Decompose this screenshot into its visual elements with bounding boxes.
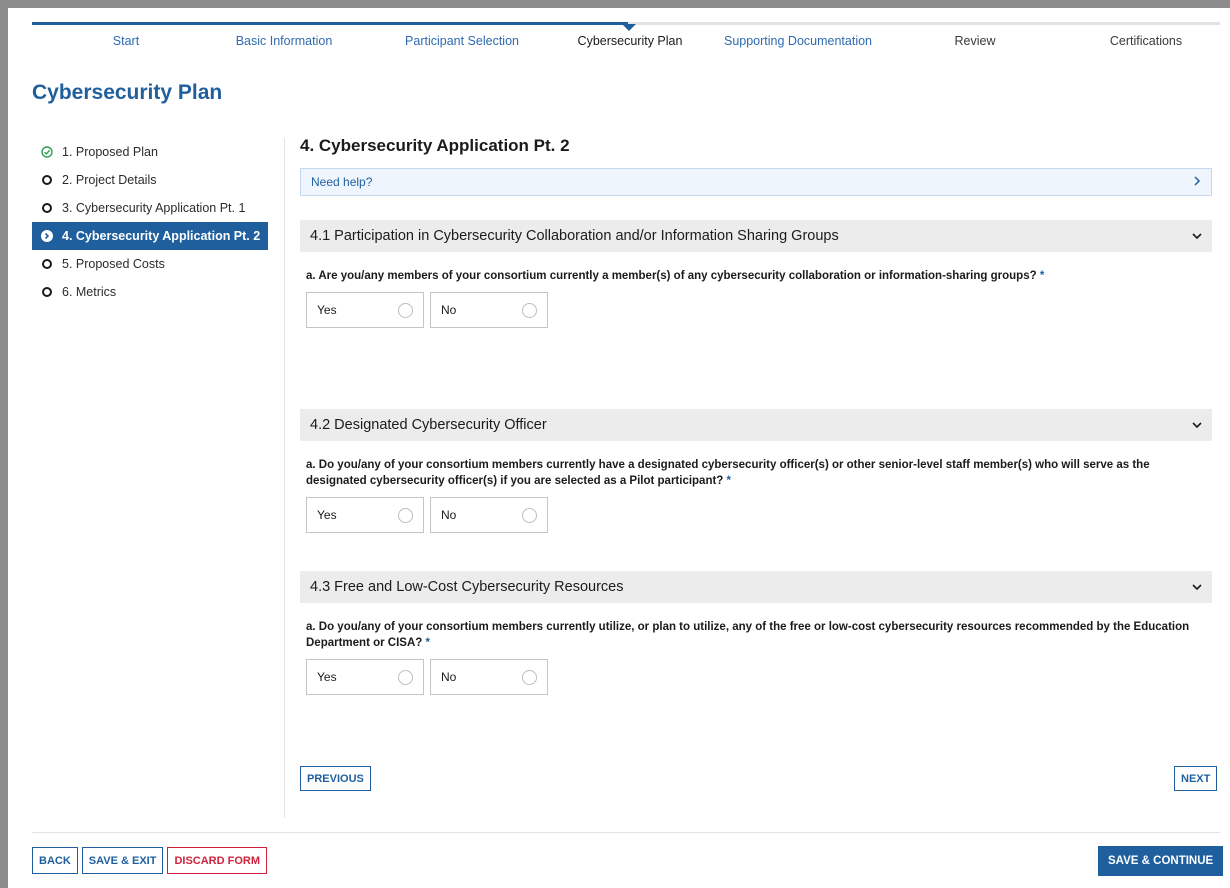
radio-circle-icon bbox=[398, 507, 413, 523]
circle-outline-icon bbox=[40, 257, 54, 271]
radio-circle-icon bbox=[522, 507, 537, 523]
radio-label: No bbox=[441, 303, 457, 317]
sidebar-item-label: 4. Cybersecurity Application Pt. 2 bbox=[62, 229, 261, 243]
chevron-right-icon bbox=[1193, 175, 1201, 189]
radio-group: Yes No bbox=[300, 292, 1212, 328]
radio-label: Yes bbox=[317, 508, 337, 522]
radio-no[interactable]: No bbox=[430, 497, 548, 533]
sidebar-divider bbox=[284, 138, 285, 818]
accordion-title: 4.1 Participation in Cybersecurity Colla… bbox=[310, 228, 839, 244]
step-certifications: Certifications bbox=[1109, 34, 1183, 48]
radio-label: No bbox=[441, 508, 457, 522]
step-supporting-documentation[interactable]: Supporting Documentation bbox=[724, 34, 872, 48]
sidebar-item-metrics[interactable]: 6. Metrics bbox=[32, 278, 268, 306]
radio-yes[interactable]: Yes bbox=[306, 497, 424, 533]
radio-group: Yes No bbox=[300, 659, 1212, 695]
step-cybersecurity-plan[interactable]: Cybersecurity Plan bbox=[578, 34, 683, 48]
accordion-section-4-3: 4.3 Free and Low-Cost Cybersecurity Reso… bbox=[300, 571, 1212, 695]
footer-actions-left: BACK SAVE & EXIT DISCARD FORM bbox=[32, 847, 267, 874]
radio-yes[interactable]: Yes bbox=[306, 659, 424, 695]
sidebar-item-label: 5. Proposed Costs bbox=[62, 257, 165, 271]
required-mark: * bbox=[726, 475, 732, 487]
discard-form-button[interactable]: DISCARD FORM bbox=[167, 847, 267, 874]
radio-circle-icon bbox=[398, 302, 413, 318]
question-text: a. Do you/any of your consortium members… bbox=[300, 457, 1212, 489]
radio-no[interactable]: No bbox=[430, 292, 548, 328]
accordion-header[interactable]: 4.1 Participation in Cybersecurity Colla… bbox=[300, 220, 1212, 252]
question-text: a. Do you/any of your consortium members… bbox=[300, 619, 1212, 651]
accordion-header[interactable]: 4.2 Designated Cybersecurity Officer bbox=[300, 409, 1212, 441]
chevron-down-icon bbox=[1192, 228, 1202, 244]
accordion-header[interactable]: 4.3 Free and Low-Cost Cybersecurity Reso… bbox=[300, 571, 1212, 603]
step-review: Review bbox=[954, 34, 996, 48]
previous-button[interactable]: PREVIOUS bbox=[300, 766, 371, 791]
question-text: a. Are you/any members of your consortiu… bbox=[300, 268, 1212, 284]
next-button[interactable]: NEXT bbox=[1174, 766, 1218, 791]
radio-label: Yes bbox=[317, 670, 337, 684]
sidebar-item-label: 1. Proposed Plan bbox=[62, 145, 158, 159]
need-help-bar[interactable]: Need help? bbox=[300, 168, 1212, 196]
step-start[interactable]: Start bbox=[113, 34, 139, 48]
footer-divider bbox=[32, 832, 1220, 833]
circle-outline-icon bbox=[40, 285, 54, 299]
chevron-down-icon bbox=[1192, 579, 1202, 595]
sidebar-item-cybersecurity-application-pt2[interactable]: 4. Cybersecurity Application Pt. 2 bbox=[32, 222, 268, 250]
question-label: a. Are you/any members of your consortiu… bbox=[306, 270, 1037, 282]
save-continue-button[interactable]: SAVE & CONTINUE bbox=[1098, 846, 1224, 876]
section-title: 4. Cybersecurity Application Pt. 2 bbox=[300, 136, 570, 155]
sidebar-item-cybersecurity-application-pt1[interactable]: 3. Cybersecurity Application Pt. 1 bbox=[32, 194, 268, 222]
sidebar-item-proposed-plan[interactable]: 1. Proposed Plan bbox=[32, 138, 268, 166]
required-mark: * bbox=[425, 637, 430, 649]
main-content: 4. Cybersecurity Application Pt. 2 Need … bbox=[300, 132, 1212, 695]
circle-outline-icon bbox=[40, 173, 54, 187]
circle-outline-icon bbox=[40, 201, 54, 215]
stepper-progress-fill bbox=[32, 22, 628, 25]
page-title: Cybersecurity Plan bbox=[32, 81, 223, 104]
accordion-section-4-2: 4.2 Designated Cybersecurity Officer a. … bbox=[300, 409, 1212, 533]
radio-group: Yes No bbox=[300, 497, 1212, 533]
save-exit-button[interactable]: SAVE & EXIT bbox=[81, 847, 164, 874]
sidebar-item-label: 2. Project Details bbox=[62, 173, 157, 187]
arrow-circle-icon bbox=[40, 229, 54, 243]
sidebar-item-label: 3. Cybersecurity Application Pt. 1 bbox=[62, 201, 246, 215]
required-mark: * bbox=[1039, 270, 1045, 282]
sidebar-item-project-details[interactable]: 2. Project Details bbox=[32, 166, 268, 194]
check-circle-icon bbox=[40, 145, 54, 159]
application-frame: Start Basic Information Participant Sele… bbox=[8, 8, 1230, 888]
radio-no[interactable]: No bbox=[430, 659, 548, 695]
sidebar-item-proposed-costs[interactable]: 5. Proposed Costs bbox=[32, 250, 268, 278]
radio-label: No bbox=[441, 670, 457, 684]
question-label: a. Do you/any of your consortium members… bbox=[306, 621, 1190, 649]
radio-circle-icon bbox=[522, 302, 537, 318]
radio-yes[interactable]: Yes bbox=[306, 292, 424, 328]
sidebar-nav: 1. Proposed Plan 2. Project Details 3. C… bbox=[32, 138, 268, 306]
step-basic-information[interactable]: Basic Information bbox=[236, 34, 333, 48]
accordion-title: 4.3 Free and Low-Cost Cybersecurity Reso… bbox=[310, 579, 624, 595]
progress-stepper: Start Basic Information Participant Sele… bbox=[32, 22, 1220, 62]
current-step-caret-icon bbox=[622, 24, 636, 31]
chevron-down-icon bbox=[1192, 417, 1202, 433]
accordion-section-4-1: 4.1 Participation in Cybersecurity Colla… bbox=[300, 220, 1212, 328]
back-button[interactable]: BACK bbox=[32, 847, 78, 874]
sidebar-item-label: 6. Metrics bbox=[62, 285, 117, 299]
radio-circle-icon bbox=[522, 669, 537, 685]
radio-circle-icon bbox=[398, 669, 413, 685]
radio-label: Yes bbox=[317, 303, 337, 317]
accordion-title: 4.2 Designated Cybersecurity Officer bbox=[310, 417, 547, 433]
need-help-label: Need help? bbox=[311, 175, 373, 189]
step-participant-selection[interactable]: Participant Selection bbox=[405, 34, 519, 48]
